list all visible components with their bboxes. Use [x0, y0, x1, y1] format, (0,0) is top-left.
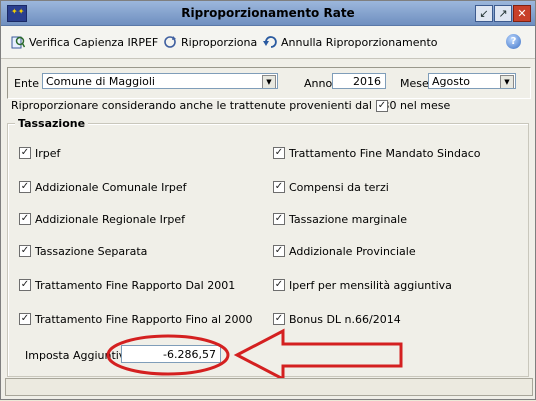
tfr-fino-2000-label: Trattamento Fine Rapporto Fino al 2000: [35, 313, 253, 326]
riproporziona-label: Riproporziona: [181, 35, 258, 49]
riproporziona-button[interactable]: Riproporziona: [163, 35, 257, 49]
irpef-mensilita-label: Iperf per mensilità aggiuntiva: [289, 279, 452, 292]
ente-value: Comune di Maggioli: [46, 75, 155, 88]
addizionale-comunale-checkbox[interactable]: ✓: [19, 181, 31, 193]
verifica-label: Verifica Capienza IRPEF: [29, 35, 159, 49]
main-window: ✦✦ Riproporzionamento Rate ↙ ↗ ✕ Verific…: [0, 0, 536, 400]
irpef-checkbox[interactable]: ✓: [19, 147, 31, 159]
anno-label: Anno: [304, 77, 333, 90]
tfm-sindaco-checkbox[interactable]: ✓: [273, 147, 285, 159]
tassazione-separata-label: Tassazione Separata: [35, 245, 148, 258]
irpef-mensilita-checkbox[interactable]: ✓: [273, 279, 285, 291]
verifica-capienza-button[interactable]: Verifica Capienza IRPEF: [11, 35, 158, 49]
option-730-checkbox[interactable]: ✓: [376, 100, 388, 112]
tfr-dal-2001-checkbox[interactable]: ✓: [19, 279, 31, 291]
imposta-aggiuntiva-field[interactable]: -6.286,57: [121, 345, 221, 363]
tassazione-separata-checkbox[interactable]: ✓: [19, 245, 31, 257]
maximize-button[interactable]: ↗: [494, 5, 512, 22]
irpef-label: Irpef: [35, 147, 61, 160]
parameters-panel: Ente Comune di Maggioli ▼ Anno 2016 Mese…: [7, 67, 531, 99]
anno-input[interactable]: 2016: [332, 73, 386, 89]
annulla-label: Annulla Riproporzionamento: [281, 35, 438, 49]
addizionale-provinciale-checkbox[interactable]: ✓: [273, 245, 285, 257]
mese-select[interactable]: Agosto ▼: [428, 73, 516, 89]
addizionale-provinciale-label: Addizionale Provinciale: [289, 245, 416, 258]
minimize-button[interactable]: ↙: [475, 5, 493, 22]
mese-value: Agosto: [432, 75, 471, 88]
check-document-icon: [11, 36, 25, 49]
imposta-aggiuntiva-label: Imposta Aggiuntiva: [25, 349, 133, 362]
bonus-dl-checkbox[interactable]: ✓: [273, 313, 285, 325]
addizionale-regionale-checkbox[interactable]: ✓: [19, 213, 31, 225]
close-button[interactable]: ✕: [513, 5, 531, 22]
tassazione-marginale-checkbox[interactable]: ✓: [273, 213, 285, 225]
ente-label: Ente: [14, 77, 40, 90]
status-bar: [5, 378, 533, 396]
ente-select[interactable]: Comune di Maggioli ▼: [42, 73, 278, 89]
title-bar[interactable]: ✦✦ Riproporzionamento Rate ↙ ↗ ✕: [1, 1, 535, 26]
addizionale-comunale-label: Addizionale Comunale Irpef: [35, 181, 187, 194]
bonus-dl-label: Bonus DL n.66/2014: [289, 313, 401, 326]
tfr-fino-2000-checkbox[interactable]: ✓: [19, 313, 31, 325]
toolbar: Verifica Capienza IRPEF Riproporziona An…: [1, 26, 535, 59]
mese-label: Mese: [400, 77, 429, 90]
window-title: Riproporzionamento Rate: [181, 6, 355, 20]
refresh-icon: [164, 36, 176, 48]
tfm-sindaco-label: Trattamento Fine Mandato Sindaco: [289, 147, 481, 160]
chevron-down-icon[interactable]: ▼: [500, 75, 514, 88]
tassazione-title: Tassazione: [15, 117, 89, 130]
chevron-down-icon[interactable]: ▼: [262, 75, 276, 88]
tassazione-marginale-label: Tassazione marginale: [289, 213, 407, 226]
annulla-button[interactable]: Annulla Riproporzionamento: [263, 35, 438, 49]
addizionale-regionale-label: Addizionale Regionale Irpef: [35, 213, 186, 226]
compensi-terzi-checkbox[interactable]: ✓: [273, 181, 285, 193]
undo-icon: [263, 36, 277, 48]
help-icon[interactable]: ?: [506, 34, 521, 49]
tfr-dal-2001-label: Trattamento Fine Rapporto Dal 2001: [35, 279, 236, 292]
compensi-terzi-label: Compensi da terzi: [289, 181, 389, 194]
